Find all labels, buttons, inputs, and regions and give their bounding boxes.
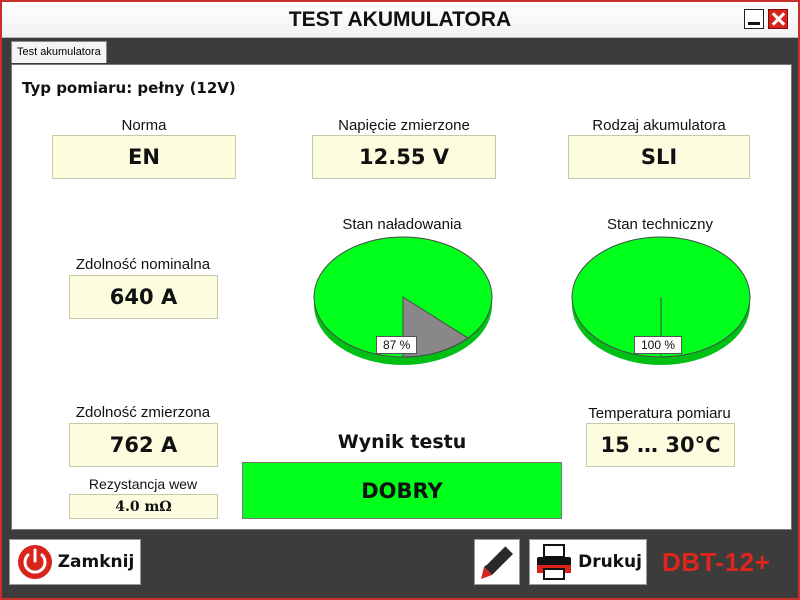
result-title: Wynik testu (337, 431, 467, 453)
norm-label: Norma (121, 117, 167, 134)
nominal-capacity-label: Zdolność nominalna (75, 256, 211, 273)
measured-voltage-label: Napięcie zmierzone (338, 117, 470, 134)
tab-strip: Test akumulatora (2, 39, 798, 63)
power-icon (16, 543, 54, 581)
print-button-label: Drukuj (578, 552, 642, 572)
measure-type-label: Typ pomiaru: pełny (12V) (22, 79, 236, 97)
window-title: TEST AKUMULATORA (288, 8, 512, 31)
charge-percent-label: 87 % (376, 336, 418, 354)
temperature-label: Temperatura pomiaru (588, 405, 731, 422)
result-value: DOBRY (242, 462, 562, 519)
close-button-label: Zamknij (57, 552, 135, 572)
printer-icon (534, 543, 574, 581)
technical-state-pie (571, 236, 751, 365)
title-bar: TEST AKUMULATORA (2, 2, 798, 38)
close-button[interactable]: Zamknij (9, 539, 141, 585)
measured-capacity-label: Zdolność zmierzona (75, 404, 211, 421)
temperature-value: 15 … 30°C (586, 423, 735, 467)
internal-resistance-label: Rezystancja wew (88, 476, 198, 492)
charge-state-pie (313, 236, 493, 365)
print-button[interactable]: Drukuj (529, 539, 647, 585)
measured-voltage-value: 12.55 V (312, 135, 496, 179)
norm-value: EN (52, 135, 236, 179)
technical-state-label: Stan techniczny (607, 216, 713, 233)
charge-state-label: Stan naładowania (342, 216, 462, 233)
minimize-button[interactable] (744, 9, 764, 29)
nominal-capacity-value: 640 A (69, 275, 218, 319)
close-window-button[interactable] (768, 9, 788, 29)
pencil-icon (478, 543, 516, 581)
technical-percent-label: 100 % (634, 336, 683, 354)
app-window: TEST AKUMULATORA Test akumulatora Typ po… (2, 2, 798, 598)
test-panel: Typ pomiaru: pełny (12V) Norma EN Napięc… (11, 64, 792, 530)
measured-capacity-value: 762 A (69, 423, 218, 467)
brand-logo: DBT-12+ (662, 547, 771, 577)
battery-type-value: SLI (568, 135, 750, 179)
edit-button[interactable] (474, 539, 520, 585)
tab-test-akumulatora[interactable]: Test akumulatora (11, 41, 107, 63)
internal-resistance-value: 4.0 mΩ (69, 494, 218, 519)
battery-type-label: Rodzaj akumulatora (592, 117, 726, 134)
